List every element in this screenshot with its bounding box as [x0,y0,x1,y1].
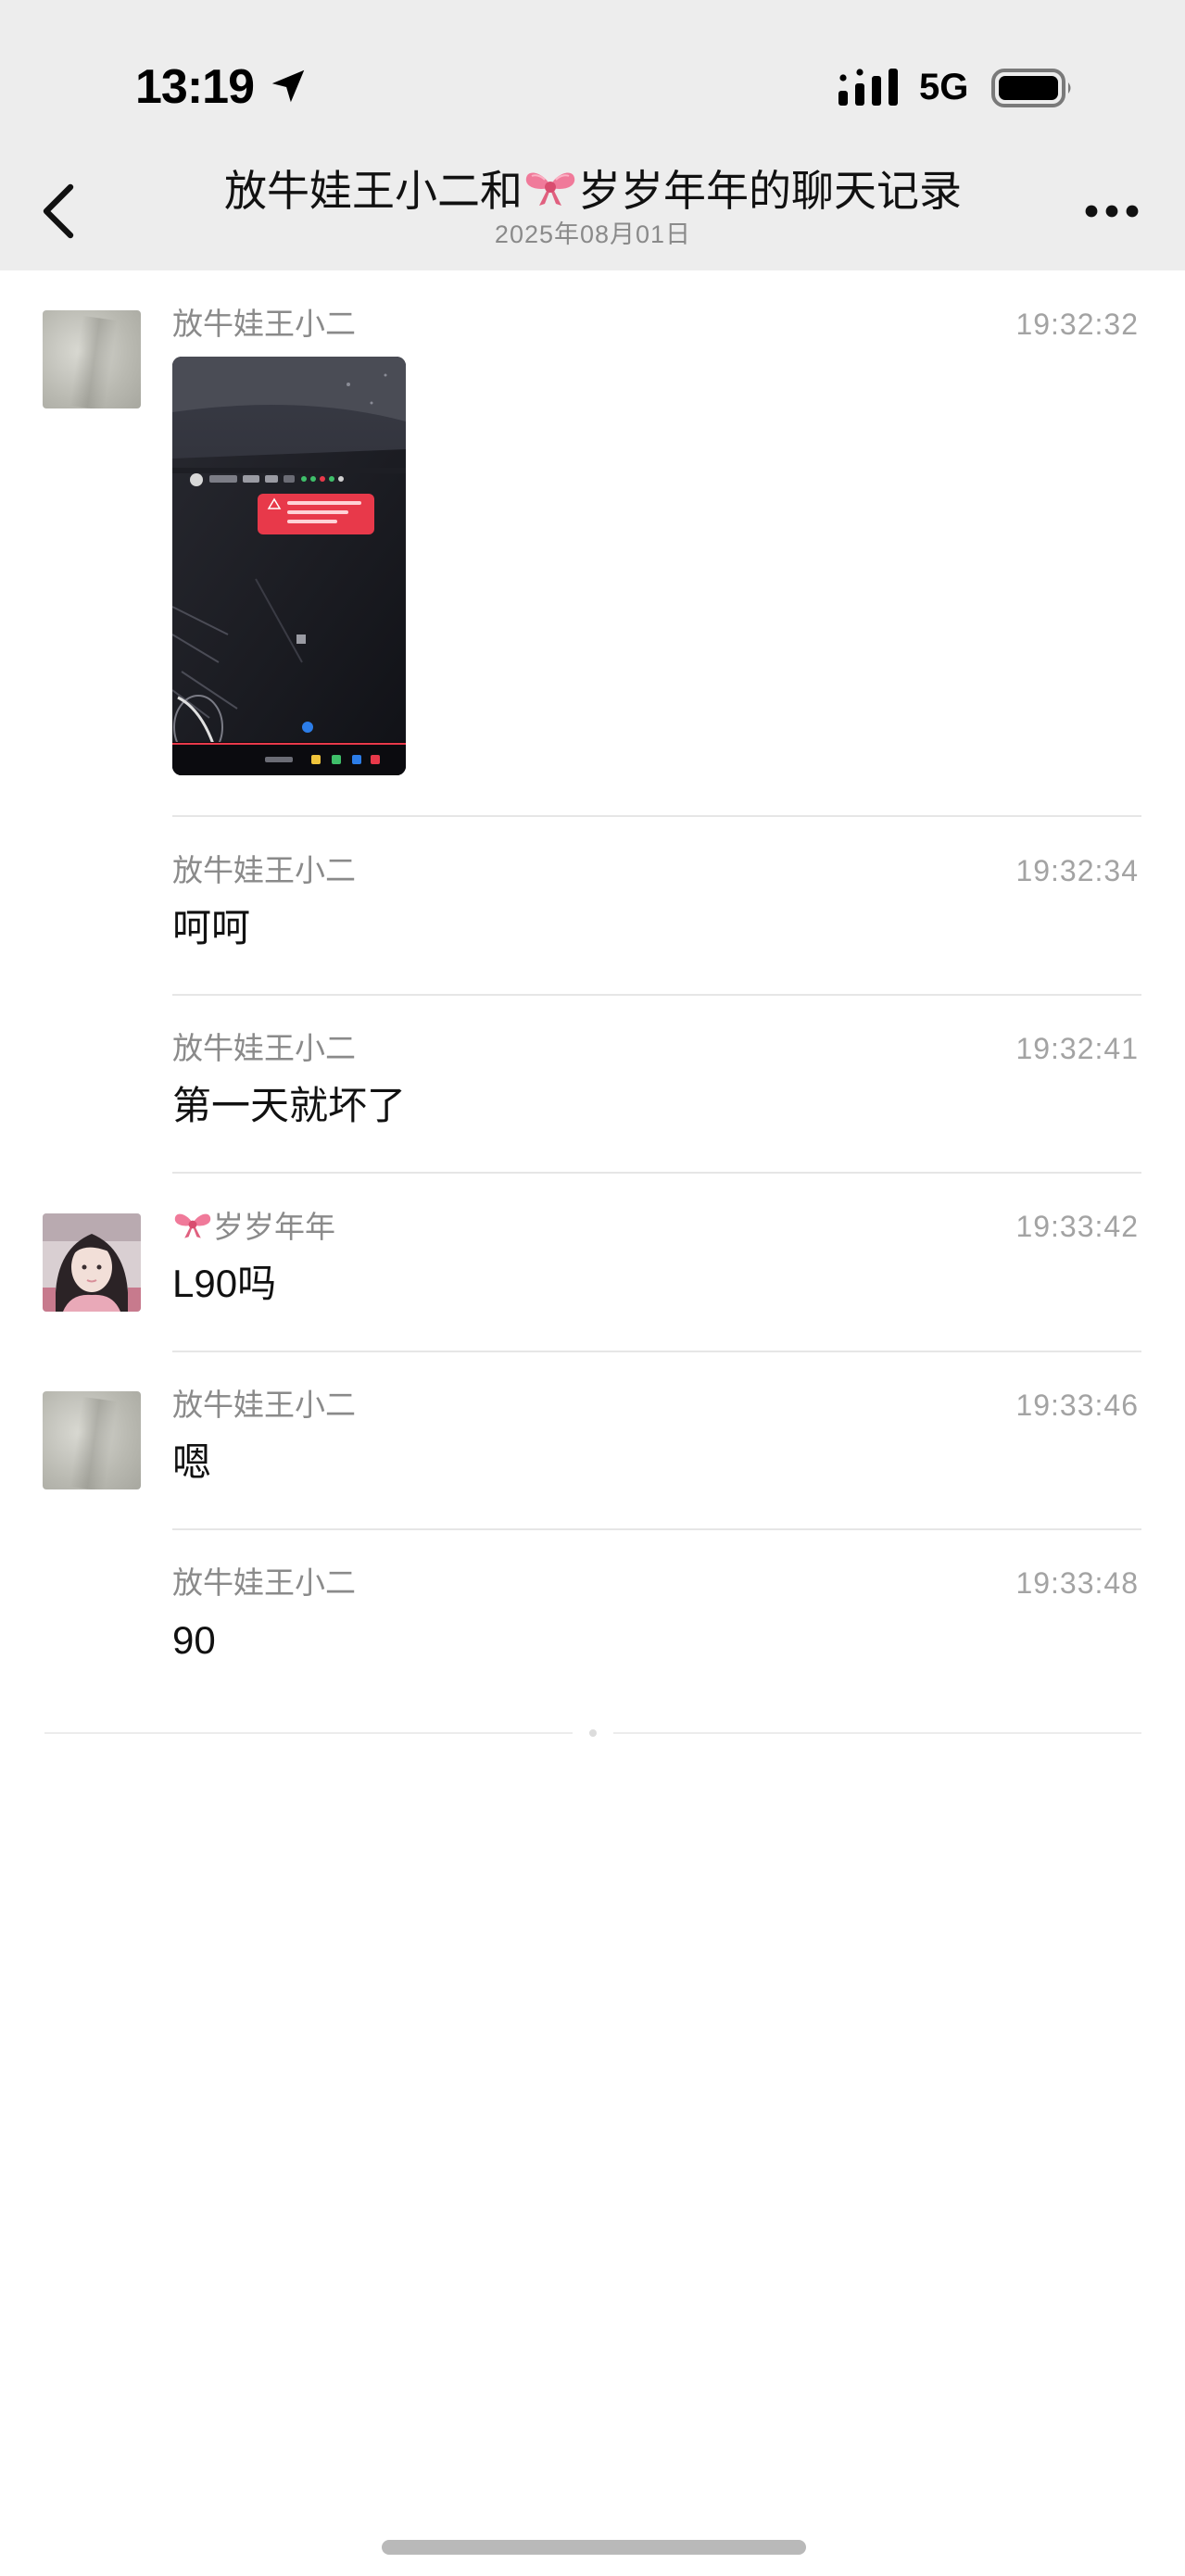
sender-name: 放牛娃王小二 [172,853,356,887]
avatar[interactable] [43,310,141,408]
chat-date: 2025年08月01日 [494,220,692,248]
chevron-left-icon[interactable] [37,183,78,239]
message-time: 19:32:41 [1015,1032,1139,1065]
more-dots-icon[interactable] [1084,202,1140,220]
message-time: 19:33:42 [1015,1210,1139,1243]
message-text[interactable]: 呵呵 [172,904,250,952]
sender-name: 岁岁年年 [213,1210,335,1244]
title-part-right: 岁岁年年的聊天记录 [578,167,962,215]
message-time: 19:32:32 [1015,308,1139,341]
top-bar: 13:19 5G 放牛娃王小二和 岁岁年年的聊天记录 2025年08月01日 [0,0,1185,270]
location-arrow-icon [271,69,305,103]
girl-avatar [43,1213,141,1312]
avatar[interactable] [43,1391,141,1489]
end-divider-right [613,1732,1141,1734]
message-divider [172,1172,1141,1174]
sender-name: 放牛娃王小二 [172,307,356,341]
message-text[interactable]: L90吗 [172,1260,276,1308]
message-time: 19:33:46 [1015,1389,1139,1422]
message-time: 19:33:48 [1015,1566,1139,1600]
signal-icon [838,69,898,106]
sender-name-row: 岁岁年年 [172,1208,335,1246]
message-text[interactable]: 90 [172,1616,216,1665]
message-time: 19:32:34 [1015,854,1139,887]
message-divider [172,815,1141,817]
sender-name: 放牛娃王小二 [172,1031,356,1065]
page-title: 放牛娃王小二和 岁岁年年的聊天记录 [139,165,1047,217]
sender-name: 放牛娃王小二 [172,1565,356,1600]
end-divider-left [44,1732,573,1734]
message-text[interactable]: 嗯 [172,1439,211,1487]
home-indicator[interactable] [382,2540,806,2555]
message-divider [172,1528,1141,1530]
end-dot [589,1729,597,1737]
message-text[interactable]: 第一天就坏了 [172,1082,406,1130]
car-screen-photo [172,357,406,775]
title-part-left: 放牛娃王小二和 [224,167,523,215]
network-type: 5G [919,67,969,107]
avatar[interactable] [43,1213,141,1312]
ribbon-bow-icon [525,172,575,206]
message-image[interactable] [172,357,406,775]
battery-icon [991,69,1071,107]
message-divider [172,1351,1141,1352]
status-time: 13:19 [135,60,255,114]
ribbon-bow-icon [174,1213,211,1238]
sender-name: 放牛娃王小二 [172,1388,356,1422]
message-divider [172,994,1141,996]
